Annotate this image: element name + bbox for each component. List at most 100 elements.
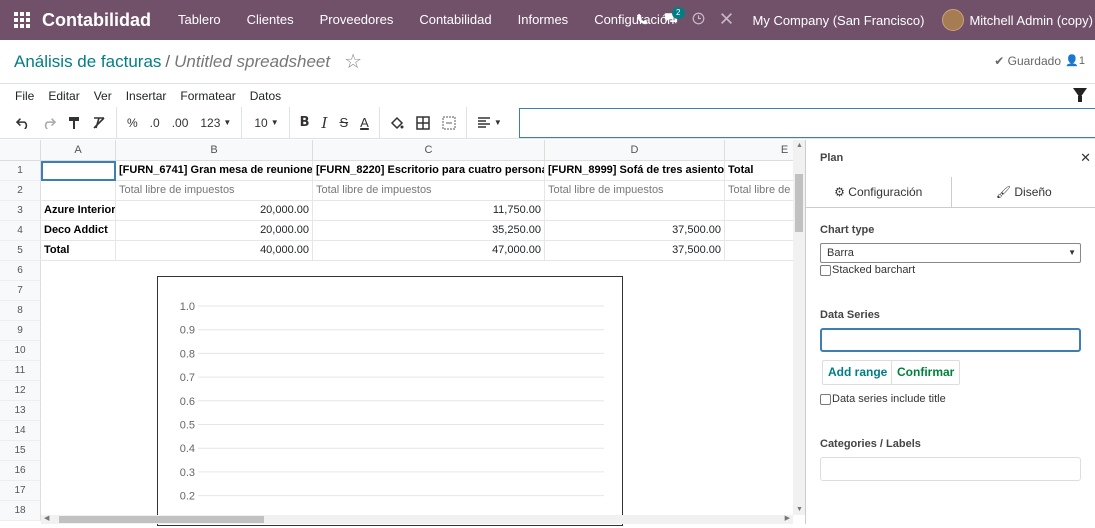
row-header[interactable]: 10 <box>0 341 41 361</box>
row-header[interactable]: 11 <box>0 361 41 381</box>
cell-a5[interactable]: Total <box>41 241 116 261</box>
row-header[interactable]: 14 <box>0 421 41 441</box>
scroll-right-icon[interactable]: ▶ <box>785 514 790 522</box>
row-header[interactable]: 7 <box>0 281 41 301</box>
phone-icon[interactable] <box>629 13 657 28</box>
company-switcher[interactable]: My Company (San Francisco) <box>753 13 925 28</box>
row-header[interactable]: 13 <box>0 401 41 421</box>
horizontal-scrollbar[interactable]: ◀ ▶ <box>41 515 793 524</box>
menu-tablero[interactable]: Tablero <box>165 0 234 40</box>
row-header[interactable]: 4 <box>0 221 41 241</box>
strikethrough-icon[interactable]: S <box>333 107 354 139</box>
cell-b5[interactable]: 40,000.00 <box>116 241 313 261</box>
close-icon[interactable]: ✕ <box>1080 150 1091 166</box>
cell-c4[interactable]: 35,250.00 <box>313 221 545 241</box>
include-title-checkbox[interactable] <box>820 394 831 405</box>
row-header[interactable]: 17 <box>0 481 41 501</box>
row-header[interactable]: 18 <box>0 501 41 521</box>
cell-c3[interactable]: 11,750.00 <box>313 201 545 221</box>
row-header[interactable]: 2 <box>0 181 41 201</box>
vertical-scroll-thumb[interactable] <box>795 174 803 232</box>
column-header-c[interactable]: C <box>313 140 545 161</box>
star-icon[interactable]: ☆ <box>344 49 362 74</box>
cell-d4[interactable]: 37,500.00 <box>545 221 725 241</box>
text-color-icon[interactable]: A <box>354 107 375 139</box>
tab-diseno[interactable]: 🖌 Diseño <box>952 177 1095 207</box>
menu-datos[interactable]: Datos <box>243 89 288 103</box>
cell-a3[interactable]: Azure Interior <box>41 201 116 221</box>
stacked-barchart-option[interactable]: Stacked barchart <box>820 264 915 276</box>
menu-insertar[interactable]: Insertar <box>119 89 174 103</box>
menu-formatear[interactable]: Formatear <box>173 89 242 103</box>
filter-icon[interactable] <box>1073 88 1087 98</box>
cell-c1[interactable]: [FURN_8220] Escritorio para cuatro perso… <box>313 161 545 181</box>
row-header[interactable]: 8 <box>0 301 41 321</box>
fill-color-icon[interactable] <box>384 107 410 139</box>
user-menu[interactable]: Mitchell Admin (copy) <box>969 13 1093 28</box>
user-avatar[interactable] <box>942 9 964 31</box>
row-header[interactable]: 12 <box>0 381 41 401</box>
paint-format-icon[interactable] <box>62 107 86 139</box>
row-header[interactable]: 6 <box>0 261 41 281</box>
cell-d2[interactable]: Total libre de impuestos <box>545 181 725 201</box>
scroll-up-icon[interactable]: ▲ <box>796 142 803 149</box>
include-title-option[interactable]: Data series include title <box>820 393 946 405</box>
cell-a1[interactable] <box>41 161 116 181</box>
column-header-a[interactable]: A <box>41 140 116 161</box>
percent-format-button[interactable]: % <box>121 107 144 139</box>
row-header[interactable]: 1 <box>0 161 41 181</box>
formula-input[interactable] <box>519 108 1095 138</box>
cell-d5[interactable]: 37,500.00 <box>545 241 725 261</box>
menu-file[interactable]: File <box>0 89 41 103</box>
align-dropdown[interactable]: ▼ <box>471 107 508 139</box>
menu-informes[interactable]: Informes <box>505 0 582 40</box>
cell-b1[interactable]: [FURN_6741] Gran mesa de reuniones <box>116 161 313 181</box>
confirm-button[interactable]: Confirmar <box>891 360 960 385</box>
cell-d1[interactable]: [FURN_8999] Sofá de tres asientos <box>545 161 725 181</box>
chart-type-select[interactable]: Barra ▼ <box>820 243 1081 263</box>
add-range-button[interactable]: Add range <box>822 360 893 385</box>
decrease-decimal-button[interactable]: .0 <box>144 107 166 139</box>
cell-a4[interactable]: Deco Addict <box>41 221 116 241</box>
cell-b4[interactable]: 20,000.00 <box>116 221 313 241</box>
menu-clientes[interactable]: Clientes <box>234 0 307 40</box>
breadcrumb-root[interactable]: Análisis de facturas <box>14 52 161 72</box>
italic-icon[interactable]: I <box>316 107 334 139</box>
merge-cells-icon[interactable] <box>436 107 462 139</box>
row-header[interactable]: 3 <box>0 201 41 221</box>
clear-format-icon[interactable] <box>86 107 112 139</box>
apps-grid-icon[interactable] <box>14 12 30 28</box>
tab-configuracion[interactable]: ⚙ Configuración <box>806 177 952 207</box>
scroll-left-icon[interactable]: ◀ <box>44 514 49 522</box>
cell-b2[interactable]: Total libre de impuestos <box>116 181 313 201</box>
vertical-scrollbar[interactable]: ▲ ▼ <box>793 140 805 515</box>
chart-figure[interactable]: 1.00.90.80.70.60.50.40.30.2 <box>157 276 623 526</box>
app-brand[interactable]: Contabilidad <box>42 10 151 31</box>
menu-editar[interactable]: Editar <box>41 89 86 103</box>
column-header-b[interactable]: B <box>116 140 313 161</box>
redo-icon[interactable] <box>36 107 62 139</box>
menu-ver[interactable]: Ver <box>87 89 119 103</box>
bold-icon[interactable]: B <box>294 107 316 139</box>
row-header[interactable]: 15 <box>0 441 41 461</box>
number-format-dropdown[interactable]: 123▼ <box>194 107 237 139</box>
menu-contabilidad[interactable]: Contabilidad <box>406 0 504 40</box>
cell-a2[interactable] <box>41 181 116 201</box>
chat-icon[interactable]: 2 <box>657 12 685 28</box>
row-header[interactable]: 5 <box>0 241 41 261</box>
select-all-corner[interactable] <box>0 140 41 161</box>
increase-decimal-button[interactable]: .00 <box>166 107 195 139</box>
horizontal-scroll-thumb[interactable] <box>59 516 264 523</box>
borders-icon[interactable] <box>410 107 436 139</box>
cells-area[interactable]: [FURN_6741] Gran mesa de reuniones [FURN… <box>41 161 805 261</box>
scroll-down-icon[interactable]: ▼ <box>796 506 803 513</box>
categories-input[interactable] <box>820 457 1081 481</box>
cell-c2[interactable]: Total libre de impuestos <box>313 181 545 201</box>
data-series-input[interactable] <box>820 328 1081 352</box>
stacked-checkbox[interactable] <box>820 265 831 276</box>
clock-icon[interactable] <box>685 12 713 28</box>
font-size-dropdown[interactable]: 10▼ <box>246 107 284 139</box>
spreadsheet-title[interactable]: Untitled spreadsheet <box>174 52 330 72</box>
row-header[interactable]: 9 <box>0 321 41 341</box>
cell-b3[interactable]: 20,000.00 <box>116 201 313 221</box>
